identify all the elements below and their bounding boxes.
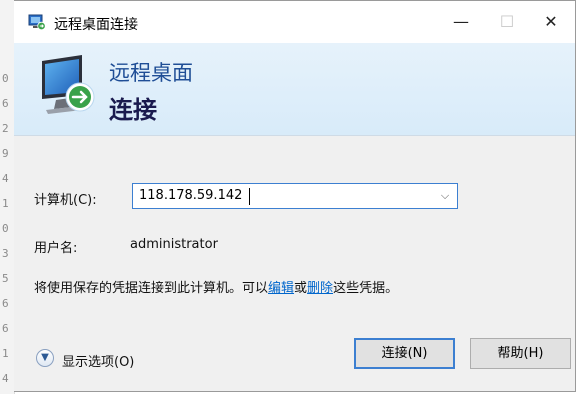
bg-digit: 6 <box>2 97 9 110</box>
title-bar[interactable]: 远程桌面连接 — ☐ ✕ <box>14 1 575 43</box>
expand-options-icon[interactable]: ▼ <box>36 349 54 367</box>
connect-button[interactable]: 连接(N) <box>354 338 455 369</box>
bg-digit: 0 <box>2 72 9 85</box>
saved-creds-suffix: 这些凭据。 <box>333 281 399 296</box>
desktop-background-strip: 0 6 2 9 4 1 0 3 5 6 6 1 4 <box>0 0 15 394</box>
bg-digit: 3 <box>2 247 9 260</box>
close-button[interactable]: ✕ <box>529 10 573 34</box>
window-title: 远程桌面连接 <box>54 17 138 33</box>
edit-credentials-link[interactable]: 编辑 <box>268 281 294 296</box>
bg-digit: 1 <box>2 197 9 210</box>
computer-label: 计算机(C): <box>34 193 97 208</box>
remote-desktop-dialog: 远程桌面连接 — ☐ ✕ 远程桌面 连接 计算机(C): 118.178.59.… <box>14 0 576 392</box>
saved-creds-prefix: 将使用保存的凭据连接到此计算机。可以 <box>34 281 269 296</box>
minimize-button[interactable]: — <box>439 10 483 34</box>
maximize-button[interactable]: ☐ <box>485 10 529 34</box>
remote-desktop-icon <box>28 14 46 30</box>
text-cursor <box>249 188 250 205</box>
help-button[interactable]: 帮助(H) <box>470 338 571 369</box>
delete-credentials-link[interactable]: 删除 <box>307 281 333 296</box>
monitor-connect-icon <box>42 55 95 114</box>
saved-credentials-text: 将使用保存的凭据连接到此计算机。可以编辑或删除这些凭据。 <box>34 277 398 296</box>
computer-combobox[interactable]: 118.178.59.142 ⌵ <box>132 183 458 209</box>
bg-digit: 6 <box>2 322 9 335</box>
show-options-label[interactable]: 显示选项(O) <box>62 351 134 370</box>
or-text: 或 <box>294 281 308 296</box>
bg-digit: 1 <box>2 347 9 360</box>
bg-digit: 4 <box>2 172 9 185</box>
banner-title-line1: 远程桌面 <box>109 61 193 85</box>
banner-title-line2: 连接 <box>109 96 157 124</box>
header-banner: 远程桌面 连接 <box>14 43 575 136</box>
bg-digit: 4 <box>2 372 9 385</box>
bg-digit: 5 <box>2 272 9 285</box>
bg-digit: 2 <box>2 122 9 135</box>
bg-digit: 9 <box>2 147 9 160</box>
computer-input[interactable]: 118.178.59.142 <box>139 188 242 203</box>
chevron-down-icon[interactable]: ⌵ <box>437 187 453 205</box>
bg-digit: 6 <box>2 297 9 310</box>
username-value: administrator <box>130 237 218 252</box>
bg-digit: 0 <box>2 222 9 235</box>
username-label: 用户名: <box>34 241 78 256</box>
